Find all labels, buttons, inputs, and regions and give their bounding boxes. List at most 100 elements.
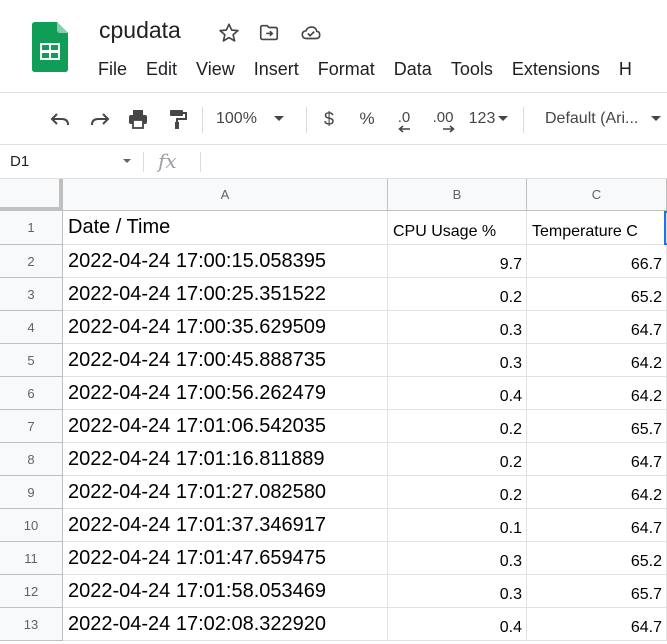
cloud-status-icon[interactable]: [299, 21, 323, 45]
menu-data[interactable]: Data: [394, 59, 432, 80]
temperature-cell[interactable]: 64.7: [527, 443, 667, 476]
sheets-logo-icon[interactable]: [32, 22, 68, 72]
cpu-usage-cell[interactable]: 0.2: [388, 476, 527, 509]
temperature-cell[interactable]: 64.2: [527, 344, 667, 377]
cpu-usage-cell[interactable]: 0.2: [388, 410, 527, 443]
zoom-select[interactable]: 100%: [216, 93, 296, 145]
temperature-cell[interactable]: 65.2: [527, 278, 667, 311]
row-header[interactable]: 1: [0, 211, 63, 245]
datetime-cell[interactable]: 2022-04-24 17:01:47.659475: [63, 542, 388, 575]
header-cell[interactable]: Date / Time: [63, 211, 388, 245]
cpu-usage-cell[interactable]: 0.3: [388, 542, 527, 575]
cpu-usage-cell[interactable]: 9.7: [388, 245, 527, 278]
chevron-down-icon[interactable]: [122, 158, 132, 165]
name-box[interactable]: D1: [0, 145, 140, 178]
datetime-cell[interactable]: 2022-04-24 17:01:16.811889: [63, 443, 388, 476]
more-formats-button[interactable]: 123: [466, 93, 512, 145]
menu-extensions[interactable]: Extensions: [512, 59, 600, 80]
row-header[interactable]: 7: [0, 410, 63, 443]
title-bar: cpudata File Edit View Insert Format Dat…: [0, 0, 667, 92]
datetime-cell[interactable]: 2022-04-24 17:02:08.322920: [63, 608, 388, 641]
datetime-cell[interactable]: 2022-04-24 17:00:56.262479: [63, 377, 388, 410]
datetime-cell[interactable]: 2022-04-24 17:01:58.053469: [63, 575, 388, 608]
menu-edit[interactable]: Edit: [146, 59, 177, 80]
arrow-left-icon: [398, 125, 410, 133]
undo-icon[interactable]: [46, 93, 74, 145]
formula-bar-divider: [143, 152, 144, 172]
column-header-a[interactable]: A: [63, 179, 388, 211]
toolbar-divider: [202, 107, 203, 133]
menu-help[interactable]: H: [619, 59, 632, 80]
row-header[interactable]: 3: [0, 278, 63, 311]
formula-bar-divider: [200, 152, 201, 172]
datetime-cell[interactable]: 2022-04-24 17:00:45.888735: [63, 344, 388, 377]
formula-input[interactable]: [210, 145, 667, 178]
chevron-down-icon: [498, 116, 509, 121]
row-header[interactable]: 11: [0, 542, 63, 575]
temperature-cell[interactable]: 64.2: [527, 476, 667, 509]
column-header-c[interactable]: C: [527, 179, 667, 211]
font-family-value: Default (Ari...: [545, 110, 639, 127]
menu-tools[interactable]: Tools: [451, 59, 493, 80]
currency-format-button[interactable]: $: [318, 93, 340, 145]
name-box-value: D1: [10, 153, 30, 170]
cpu-usage-cell[interactable]: 0.2: [388, 443, 527, 476]
redo-icon[interactable]: [86, 93, 114, 145]
menu-insert[interactable]: Insert: [254, 59, 299, 80]
select-all-corner[interactable]: [0, 179, 63, 211]
datetime-cell[interactable]: 2022-04-24 17:00:25.351522: [63, 278, 388, 311]
print-icon[interactable]: [124, 93, 152, 145]
temperature-cell[interactable]: 64.2: [527, 377, 667, 410]
temperature-cell[interactable]: 65.7: [527, 410, 667, 443]
row-header[interactable]: 2: [0, 245, 63, 278]
column-header-b[interactable]: B: [388, 179, 527, 211]
chevron-down-icon: [273, 116, 284, 121]
font-family-select[interactable]: Default (Ari...: [545, 93, 667, 145]
toolbar-divider: [523, 107, 524, 133]
paint-format-icon[interactable]: [163, 93, 191, 145]
cpu-usage-cell[interactable]: 0.4: [388, 608, 527, 641]
temperature-cell[interactable]: 65.7: [527, 575, 667, 608]
increase-decimal-button[interactable]: .00: [427, 93, 459, 145]
datetime-cell[interactable]: 2022-04-24 17:00:15.058395: [63, 245, 388, 278]
decrease-decimal-button[interactable]: .0: [391, 93, 417, 145]
header-cell[interactable]: CPU Usage %: [388, 211, 527, 245]
cpu-usage-cell[interactable]: 0.3: [388, 344, 527, 377]
menu-view[interactable]: View: [196, 59, 235, 80]
row-header[interactable]: 6: [0, 377, 63, 410]
cpu-usage-cell[interactable]: 0.3: [388, 311, 527, 344]
temperature-cell[interactable]: 64.7: [527, 509, 667, 542]
temperature-cell[interactable]: 65.2: [527, 542, 667, 575]
star-icon[interactable]: [217, 21, 241, 45]
temperature-cell[interactable]: 64.7: [527, 311, 667, 344]
datetime-cell[interactable]: 2022-04-24 17:01:06.542035: [63, 410, 388, 443]
temperature-cell[interactable]: 64.7: [527, 608, 667, 641]
cpu-usage-cell[interactable]: 0.2: [388, 278, 527, 311]
menu-file[interactable]: File: [98, 59, 127, 80]
cpu-usage-cell[interactable]: 0.1: [388, 509, 527, 542]
row-header[interactable]: 12: [0, 575, 63, 608]
arrow-right-icon: [443, 125, 455, 133]
move-folder-icon[interactable]: [257, 21, 281, 45]
percent-format-button[interactable]: %: [356, 93, 378, 145]
datetime-cell[interactable]: 2022-04-24 17:01:37.346917: [63, 509, 388, 542]
document-title[interactable]: cpudata: [99, 17, 181, 44]
row-header[interactable]: 5: [0, 344, 63, 377]
row-header[interactable]: 10: [0, 509, 63, 542]
toolbar-divider: [306, 107, 307, 133]
row-header[interactable]: 13: [0, 608, 63, 641]
spreadsheet-grid: A B C 1 Date / Time CPU Usage % Temperature…: [0, 179, 667, 644]
temperature-cell[interactable]: 66.7: [527, 245, 667, 278]
datetime-cell[interactable]: 2022-04-24 17:01:27.082580: [63, 476, 388, 509]
toolbar: 100% $ % .0 .00 123 Default (Ari...: [0, 92, 667, 144]
datetime-cell[interactable]: 2022-04-24 17:00:35.629509: [63, 311, 388, 344]
menu-format[interactable]: Format: [318, 59, 375, 80]
header-cell[interactable]: Temperature C: [527, 211, 667, 245]
formula-bar: D1 fx: [0, 144, 667, 179]
row-header[interactable]: 9: [0, 476, 63, 509]
cpu-usage-cell[interactable]: 0.3: [388, 575, 527, 608]
zoom-value: 100%: [216, 110, 257, 127]
row-header[interactable]: 8: [0, 443, 63, 476]
row-header[interactable]: 4: [0, 311, 63, 344]
cpu-usage-cell[interactable]: 0.4: [388, 377, 527, 410]
